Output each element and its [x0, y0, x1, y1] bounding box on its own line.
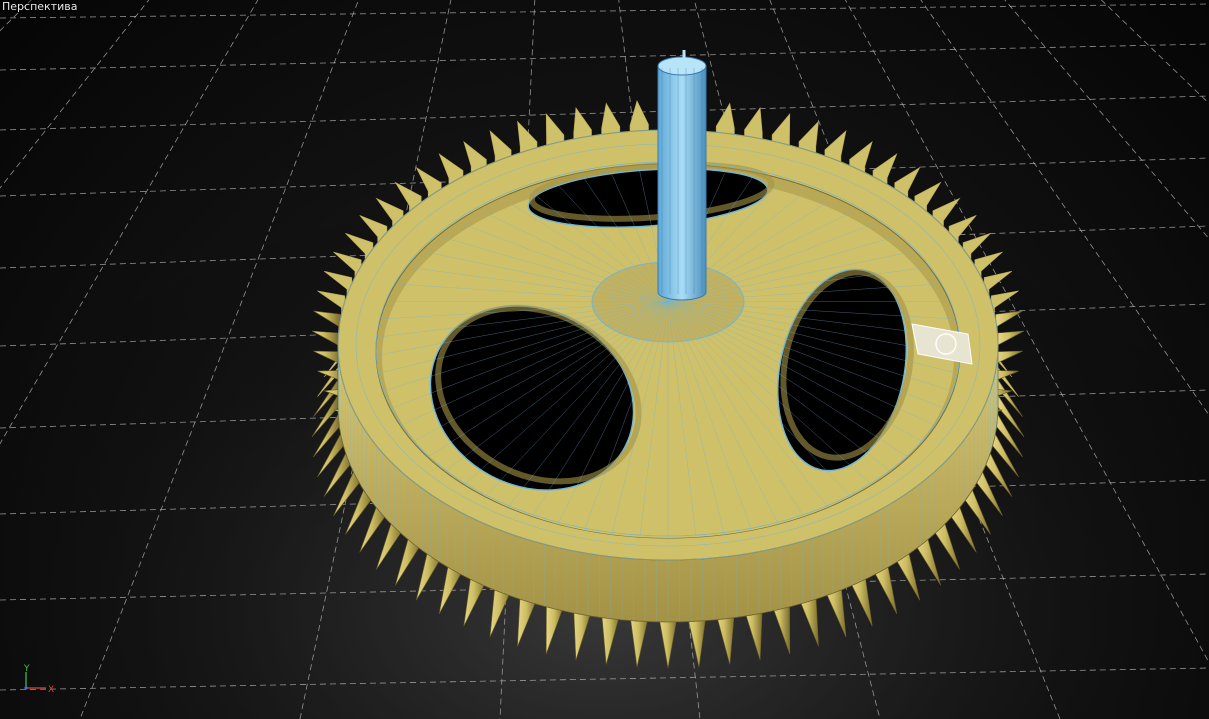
x-axis-label: X — [48, 685, 54, 695]
viewport-label[interactable]: Перспектива — [0, 0, 80, 13]
y-axis-label: Y — [23, 664, 30, 674]
axis-gizmo: Y X — [23, 664, 54, 695]
viewport-canvas[interactable] — [0, 0, 1209, 719]
perspective-viewport[interactable]: Перспектива Y X — [0, 0, 1209, 719]
shaft-body — [657, 65, 707, 301]
z-axis-origin — [24, 686, 28, 690]
shaft-top — [657, 56, 707, 76]
shaft[interactable] — [657, 50, 707, 301]
